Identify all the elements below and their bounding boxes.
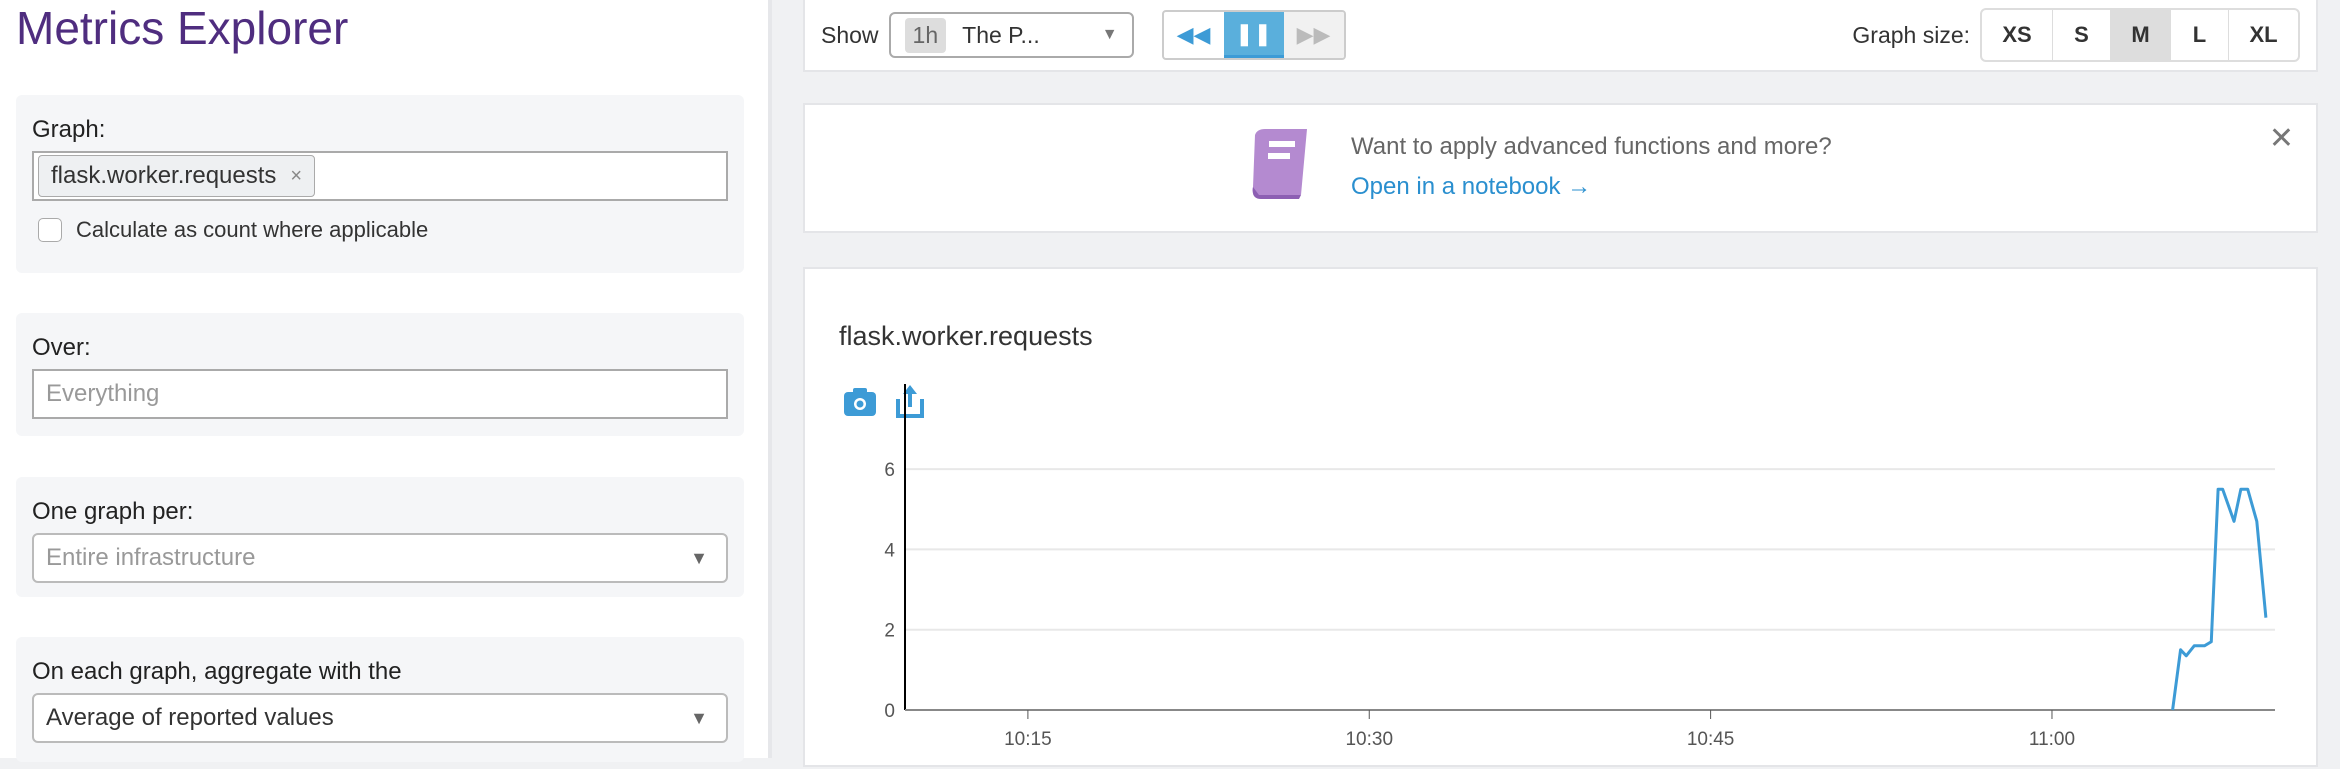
aggregate-section: On each graph, aggregate with the Averag…	[16, 637, 744, 762]
graph-size: Graph size: XS S M L XL	[1852, 8, 2300, 62]
close-icon[interactable]: ✕	[2269, 121, 2294, 156]
page-title: Metrics Explorer	[16, 2, 349, 54]
x-tick-label: 11:00	[2029, 729, 2075, 750]
metric-tag-label: flask.worker.requests	[51, 162, 277, 189]
y-tick-label: 4	[884, 540, 895, 561]
count-checkbox-row[interactable]: Calculate as count where applicable	[32, 217, 728, 243]
one-graph-per-select[interactable]: Entire infrastructure ▼	[32, 533, 728, 583]
x-tick-label: 10:15	[1004, 729, 1052, 750]
forward-button[interactable]: ▶▶	[1283, 12, 1344, 58]
show-label: Show	[821, 21, 879, 48]
count-checkbox-label: Calculate as count where applicable	[76, 217, 429, 242]
aggregate-select[interactable]: Average of reported values ▼	[32, 693, 728, 743]
banner-text: Want to apply advanced functions and mor…	[1351, 133, 1832, 160]
x-tick-label: 10:45	[1687, 729, 1735, 750]
one-graph-per-section: One graph per: Entire infrastructure ▼	[16, 477, 744, 597]
over-section: Over: Everything	[16, 313, 744, 436]
time-range-text: The P...	[962, 21, 1040, 48]
graph-size-s-button[interactable]: S	[2052, 10, 2110, 60]
caret-down-icon: ▼	[690, 707, 708, 728]
graph-card: flask.worker.requests 0 2 4 6 10:15 10:30 10:4…	[803, 267, 2318, 767]
pause-button[interactable]: ❚❚	[1223, 12, 1284, 58]
y-tick-label: 6	[884, 460, 895, 481]
graph-metric-input[interactable]: flask.worker.requests ×	[32, 151, 728, 201]
graph-section: Graph: flask.worker.requests × Calculate …	[16, 95, 744, 273]
open-notebook-link[interactable]: Open in a notebook →	[1351, 173, 1591, 201]
notebook-banner: Want to apply advanced functions and mor…	[803, 103, 2318, 233]
aggregate-value: Average of reported values	[46, 704, 334, 731]
playback-controls: ◀◀ ❚❚ ▶▶	[1161, 10, 1346, 60]
aggregate-label: On each graph, aggregate with the	[32, 658, 402, 685]
y-tick-label: 0	[884, 701, 895, 722]
graph-label: Graph:	[32, 116, 106, 143]
over-input[interactable]: Everything	[32, 369, 728, 419]
toolbar: Show 1h The P... ▼ ◀◀ ❚❚ ▶▶ Graph size: …	[803, 0, 2318, 72]
x-tick-label: 10:30	[1345, 729, 1393, 750]
y-tick-label: 2	[884, 621, 895, 642]
time-range-select[interactable]: 1h The P... ▼	[888, 12, 1134, 58]
notebook-icon	[1252, 129, 1307, 199]
time-range-pill: 1h	[904, 17, 947, 53]
series-line	[2171, 487, 2268, 711]
one-graph-per-value: Entire infrastructure	[46, 544, 256, 571]
one-graph-per-label: One graph per:	[32, 498, 194, 525]
graph-size-m-button[interactable]: M	[2110, 10, 2170, 60]
graph-size-buttons: XS S M L XL	[1980, 8, 2300, 62]
sidebar: Metrics Explorer Graph: flask.worker.req…	[0, 0, 772, 762]
metric-tag: flask.worker.requests ×	[38, 155, 316, 197]
graph-size-xl-button[interactable]: XL	[2228, 10, 2298, 60]
caret-down-icon: ▼	[1101, 26, 1118, 43]
rewind-button[interactable]: ◀◀	[1164, 12, 1224, 58]
graph-size-xs-button[interactable]: XS	[1982, 10, 2052, 60]
remove-tag-icon[interactable]: ×	[290, 165, 302, 188]
line-chart: 0 2 4 6 10:15 10:30 10:45 11:00	[884, 384, 2275, 750]
caret-down-icon: ▼	[690, 547, 708, 568]
count-checkbox[interactable]	[38, 218, 62, 242]
graph-size-l-button[interactable]: L	[2170, 10, 2228, 60]
over-label: Over:	[32, 334, 91, 361]
graph-size-label: Graph size:	[1852, 21, 1970, 48]
